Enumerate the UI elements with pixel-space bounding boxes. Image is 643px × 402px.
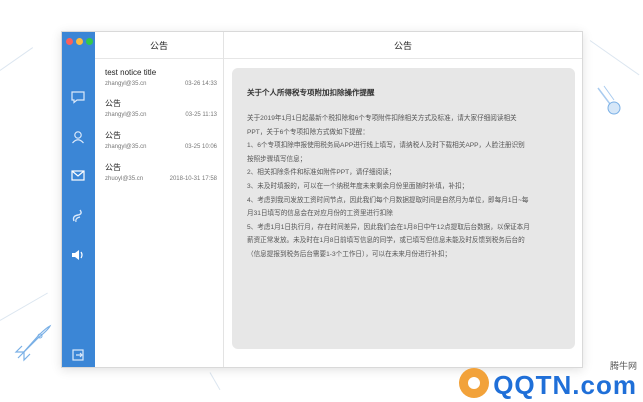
comet-decoration-icon	[597, 85, 621, 115]
detail-title: 公告	[224, 32, 582, 59]
notice-time: 2018-10-31 17:58	[169, 176, 217, 182]
notice-line: 关于2019年1月1日起最新个税扣除和6个专项附件扣除相关方式及标准，请大家仔细…	[247, 115, 517, 122]
notice-time: 03-25 11:13	[185, 112, 217, 118]
notice-title: 公告	[105, 163, 121, 172]
close-window-button[interactable]	[66, 38, 73, 45]
user-icon[interactable]	[69, 128, 87, 146]
notice-list-item[interactable]: 公告 zhangyl@35.cn 03-25 11:13	[95, 93, 223, 125]
watermark-logo-icon	[459, 368, 490, 398]
notice-sender: zhangyl@35.cn	[105, 112, 147, 118]
notice-line: 2、相关扣除条件和标准如附件PPT，请仔细阅读；	[247, 169, 396, 177]
notice-title: test notice title	[105, 68, 157, 77]
maximize-window-button[interactable]	[86, 38, 93, 45]
notice-line: 3、未及时填报的，可以在一个纳税年度未来剩余月份里面随时补填，补扣；	[247, 182, 469, 190]
sidebar	[62, 32, 95, 367]
speaker-icon[interactable]	[69, 246, 87, 264]
notice-title: 公告	[105, 131, 121, 140]
app-window: 公告 test notice title zhangyl@35.cn 03-26…	[61, 31, 583, 368]
notice-time: 03-25 10:06	[184, 144, 217, 150]
notice-line: 4、考虑到我司发放工资时间节点，因此我们每个月数据提取时间是自然月为单位，即每月…	[247, 196, 529, 204]
notice-line: 薪资正常发放。未及时在1月8日前填写信息的同学，或已填写但信息未能及时反馈到税务…	[247, 237, 525, 245]
notice-line: PPT，关于6个专项扣除方式做如下提醒：	[247, 128, 369, 136]
notice-title: 公告	[105, 99, 121, 108]
notice-line: 5、考虑1月1日执行月，存在时间差异，因此我们会在1月8日中午12点提取后台数据…	[247, 223, 530, 231]
notice-content-card: 关于个人所得税专项附加扣除操作提醒 关于2019年1月1日起最新个税扣除和6个专…	[232, 68, 575, 349]
notice-heading: 关于个人所得税专项附加扣除操作提醒	[247, 88, 375, 97]
mail-icon[interactable]	[69, 166, 87, 184]
notice-line: 1、6个专项扣除申报使用税务局APP进行线上填写，请纳税人及时下载相关APP，人…	[247, 142, 525, 150]
chat-bubble-icon[interactable]	[69, 88, 87, 106]
decor-line	[0, 47, 34, 71]
logout-icon[interactable]	[69, 346, 87, 364]
notice-list-item[interactable]: 公告 zhuoyl@35.cn 2018-10-31 17:58	[95, 157, 223, 189]
decor-line	[0, 292, 48, 321]
decor-line	[589, 40, 640, 76]
notice-list-pane: 公告 test notice title zhangyl@35.cn 03-26…	[95, 32, 224, 367]
notice-list-title: 公告	[95, 32, 223, 59]
window-controls	[66, 38, 93, 45]
notice-detail-pane: 公告 关于个人所得税专项附加扣除操作提醒 关于2019年1月1日起最新个税扣除和…	[224, 32, 582, 367]
send-icon[interactable]	[69, 207, 87, 225]
minimize-window-button[interactable]	[76, 38, 83, 45]
notice-list-item[interactable]: 公告 zhangyl@35.cn 03-25 10:06	[95, 125, 223, 157]
notice-list-item[interactable]: test notice title zhangyl@35.cn 03-26 14…	[95, 59, 223, 93]
notice-line: 月31日填写的信息会在对应月份的工资里进行扣除	[247, 210, 393, 218]
notice-line: （信息提报到税务后台需要1-3个工作日），可以在未来月份进行补扣；	[247, 250, 452, 258]
notice-sender: zhuoyl@35.cn	[105, 176, 144, 182]
notice-sender: zhangyl@35.cn	[105, 144, 147, 150]
rocket-decoration-icon	[14, 324, 52, 362]
watermark-big-text: QQTN.com	[493, 370, 637, 400]
notice-line: 按照步骤填写信息；	[247, 155, 307, 163]
notice-sender: zhangyl@35.cn	[105, 81, 147, 87]
decor-line	[209, 372, 221, 391]
notice-time: 03-26 14:33	[184, 81, 217, 87]
site-watermark: 腾牛网 QQTN.com	[459, 359, 637, 398]
